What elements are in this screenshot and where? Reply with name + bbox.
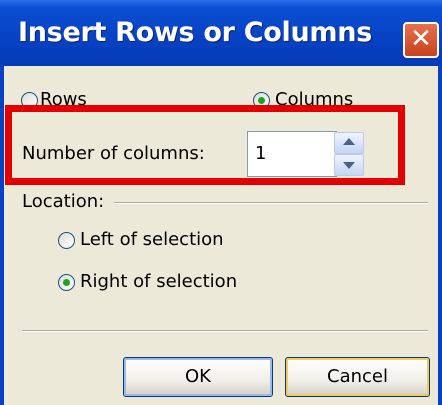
window-border-left (0, 66, 4, 405)
ok-button[interactable]: OK (123, 357, 273, 397)
cancel-button[interactable]: Cancel (285, 357, 430, 397)
right-of-selection-radio[interactable] (58, 274, 75, 291)
window-border-right (438, 66, 442, 405)
left-of-selection-radio[interactable] (58, 232, 75, 249)
title-bar[interactable]: Insert Rows or Columns ✕ (0, 0, 442, 66)
close-icon: ✕ (410, 24, 432, 54)
close-button[interactable]: ✕ (403, 22, 439, 58)
location-separator (114, 202, 428, 204)
red-highlight-box (5, 105, 405, 185)
button-separator (22, 330, 428, 332)
location-group-label: Location: (22, 191, 105, 212)
left-of-selection-label: Left of selection (80, 229, 224, 250)
dialog-title: Insert Rows or Columns (18, 17, 372, 48)
right-of-selection-label: Right of selection (80, 271, 238, 292)
